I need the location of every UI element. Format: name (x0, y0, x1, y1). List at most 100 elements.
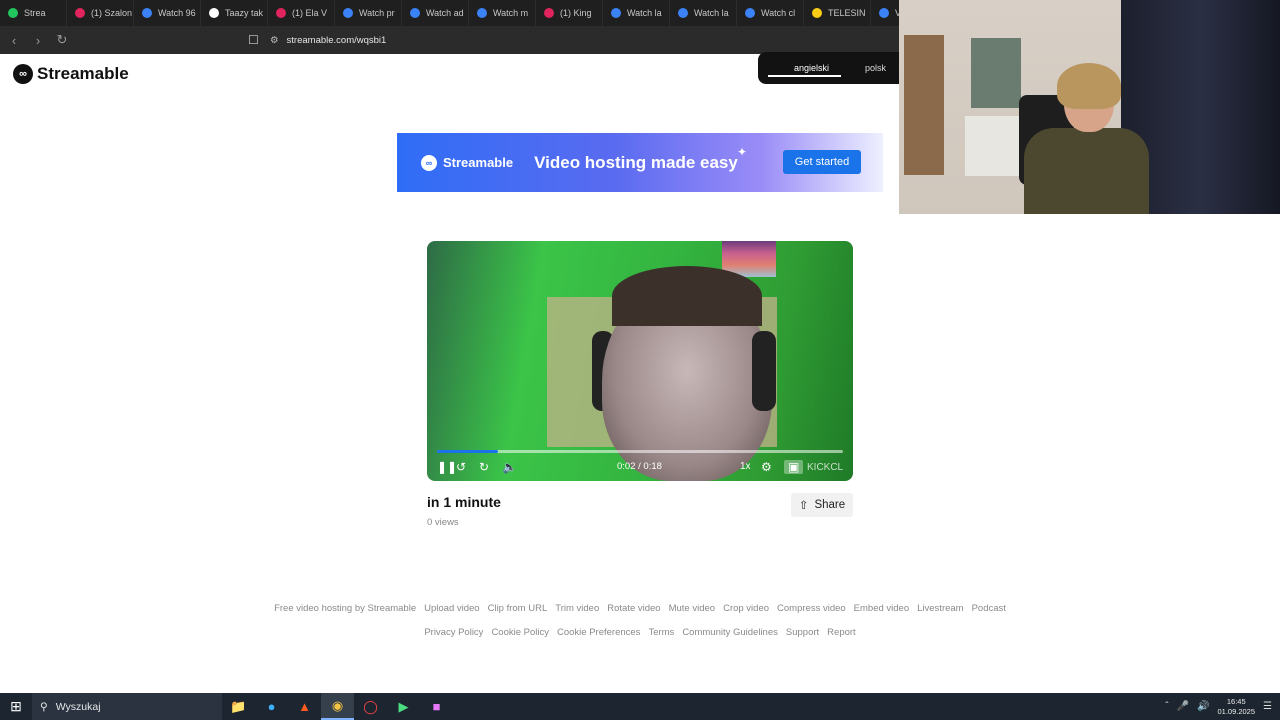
clock-date: 01.09.2025 (1217, 706, 1256, 716)
browser-tab[interactable]: Taazy tak (201, 0, 268, 26)
chevron-up-icon[interactable]: ˆ (1165, 701, 1168, 712)
file-explorer-icon[interactable]: 📁 (222, 693, 255, 720)
webcam-overlay (899, 0, 1280, 214)
browser-tab[interactable]: (1) King (536, 0, 603, 26)
footer-link[interactable]: Compress video (777, 603, 846, 614)
get-started-button[interactable]: Get started (783, 150, 861, 174)
fast-forward-icon[interactable]: ↻ (479, 460, 489, 474)
playback-speed-button[interactable]: 1x (740, 461, 751, 472)
footer-links-secondary: Privacy Policy Cookie Policy Cookie Prefer… (0, 627, 1280, 638)
kick-icon[interactable]: ▶ (387, 693, 420, 720)
taskbar-search[interactable]: ⚲ Wyszukaj (32, 693, 222, 720)
webcam-poster (971, 38, 1021, 108)
edge-icon[interactable]: ● (255, 693, 288, 720)
footer-link[interactable]: Cookie Policy (491, 627, 549, 638)
tab-label: TELESIN (828, 8, 866, 18)
notifications-icon[interactable]: ☰ (1263, 701, 1272, 712)
back-icon[interactable]: ‹ (4, 30, 24, 50)
footer-link[interactable]: Podcast (972, 603, 1006, 614)
browser-tab[interactable]: Watch la (670, 0, 737, 26)
footer-link[interactable]: Support (786, 627, 819, 638)
browser-tab[interactable]: Watch ad (402, 0, 469, 26)
tab-label: Watch cl (761, 8, 796, 18)
footer-link[interactable]: Embed video (854, 603, 909, 614)
windows-start-icon[interactable]: ⊞ (0, 693, 32, 720)
streamable-logo[interactable]: ∞ Streamable (13, 64, 129, 84)
footer-link[interactable]: Livestream (917, 603, 963, 614)
rewind-icon[interactable]: ↺ (456, 460, 466, 474)
forward-icon[interactable]: › (28, 30, 48, 50)
reload-icon[interactable]: ↻ (52, 30, 72, 50)
speaker-icon[interactable]: 🔊 (1197, 701, 1209, 712)
footer-link[interactable]: Rotate video (607, 603, 660, 614)
settings-icon[interactable]: ⚙ (761, 460, 772, 474)
video-player[interactable]: ❚❚ ↺ ↻ 🔈 0:02 / 0:18 1x ⚙ ▣ KICKCL (427, 241, 853, 481)
site-info-icon[interactable]: ⚙ (270, 35, 279, 46)
browser-tab[interactable]: Watch pr (335, 0, 402, 26)
webcam-drawer (965, 116, 1023, 176)
browser-tab[interactable]: Watch m (469, 0, 536, 26)
clock[interactable]: 16:45 01.09.2025 (1217, 697, 1255, 717)
pause-icon[interactable]: ❚❚ (437, 460, 457, 474)
language-switcher: angielski polsk (758, 52, 918, 84)
tab-label: Strea (24, 8, 46, 18)
tab-label: (1) Ela V (292, 8, 328, 18)
browser-tab[interactable]: (1) Szalon (67, 0, 134, 26)
microphone-icon[interactable]: 🎤 (1177, 701, 1189, 712)
taskbar-search-text: Wyszukaj (55, 700, 101, 713)
chrome-icon[interactable]: ◉ (321, 693, 354, 720)
language-option-polish[interactable]: polsk (841, 63, 886, 73)
footer-link[interactable]: Report (827, 627, 856, 638)
browser-tab[interactable]: TELESIN (804, 0, 871, 26)
tab-favicon-icon (812, 8, 822, 18)
tab-favicon-icon (142, 8, 152, 18)
windows-taskbar: ⊞ ⚲ Wyszukaj 📁 ● ▲ ◉ ◯ ▶ ■ ˆ 🎤 🔊 16:45 0… (0, 693, 1280, 720)
footer-link[interactable]: Terms (648, 627, 674, 638)
video-progress-fill (437, 450, 498, 453)
tab-label: Watch ad (426, 8, 464, 18)
brave-icon[interactable]: ▲ (288, 693, 321, 720)
bookmark-icon[interactable]: ☐ (248, 33, 259, 47)
ad-banner[interactable]: ∞ Streamable Video hosting made easy ✦ G… (397, 133, 883, 192)
footer-link[interactable]: Trim video (555, 603, 599, 614)
browser-tab[interactable]: Watch cl (737, 0, 804, 26)
search-icon: ⚲ (40, 700, 48, 713)
tab-favicon-icon (678, 8, 688, 18)
footer-link[interactable]: Mute video (669, 603, 715, 614)
footer-link[interactable]: Upload video (424, 603, 479, 614)
tab-label: Watch 96 (158, 8, 196, 18)
browser-tab[interactable]: Watch 96 (134, 0, 201, 26)
video-frame-headphone (752, 331, 776, 411)
language-option-english[interactable]: angielski (758, 52, 842, 84)
tab-favicon-icon (544, 8, 554, 18)
footer-link[interactable]: Crop video (723, 603, 769, 614)
clock-time: 16:45 (1226, 696, 1246, 706)
tab-label: Taazy tak (225, 8, 264, 18)
footer-link[interactable]: Clip from URL (488, 603, 548, 614)
app-icon[interactable]: ■ (420, 693, 453, 720)
url-text: streamable.com/wqsbi1 (286, 34, 387, 46)
browser-tab[interactable]: Watch la (603, 0, 670, 26)
banner-headline: Video hosting made easy (534, 152, 738, 172)
tab-favicon-icon (745, 8, 755, 18)
footer-link[interactable]: Community Guidelines (682, 627, 778, 638)
share-button[interactable]: ⇧ Share (791, 493, 853, 517)
tab-favicon-icon (276, 8, 286, 18)
tab-favicon-icon (8, 8, 18, 18)
tab-label: Watch pr (359, 8, 395, 18)
footer-link[interactable]: Free video hosting by Streamable (274, 603, 416, 614)
video-progress-bar[interactable] (437, 450, 843, 453)
tab-label: Watch m (493, 8, 529, 18)
obs-icon[interactable]: ◯ (354, 693, 387, 720)
video-frame-hair (612, 266, 762, 326)
picture-in-picture-icon[interactable]: ▣ (784, 460, 804, 474)
browser-tab[interactable]: (1) Ela V (268, 0, 335, 26)
url-input[interactable]: ⚙ streamable.com/wqsbi1 (270, 30, 900, 50)
footer-link[interactable]: Privacy Policy (424, 627, 483, 638)
tab-label: Watch la (627, 8, 662, 18)
tab-favicon-icon (611, 8, 621, 18)
footer-link[interactable]: Cookie Preferences (557, 627, 640, 638)
browser-tab[interactable]: Strea (0, 0, 67, 26)
view-count: 0 views (427, 517, 459, 528)
volume-icon[interactable]: 🔈 (502, 460, 517, 474)
